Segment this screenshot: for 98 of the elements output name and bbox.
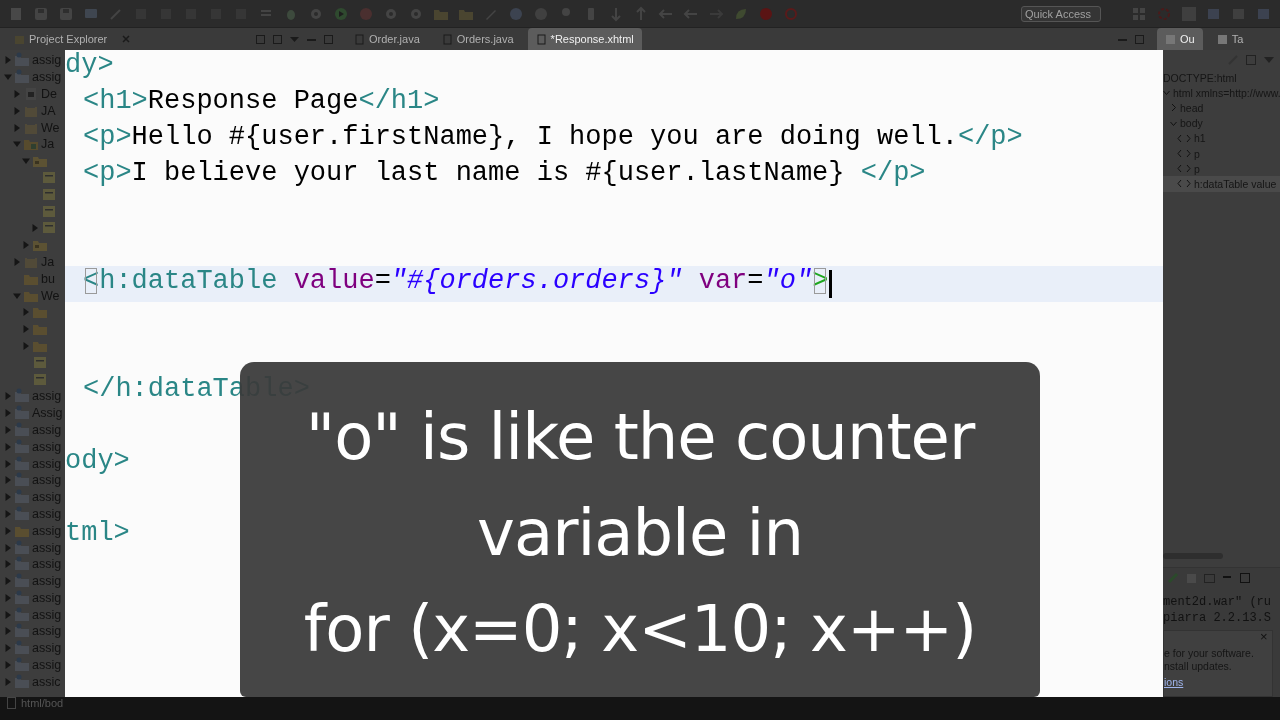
chevron-icon[interactable] [1170,103,1177,113]
record-icon[interactable] [758,5,774,22]
triangle-icon[interactable] [13,123,21,132]
maximize-icon[interactable] [323,33,334,45]
code-line: dy> [65,50,114,82]
file-icon [441,33,453,45]
triangle-icon[interactable] [4,442,12,451]
project-folder-icon [14,52,30,69]
triangle-icon[interactable] [4,610,12,619]
tab[interactable]: Orders.java [433,28,522,50]
text-cursor [829,270,833,298]
triangle-icon[interactable] [4,644,12,653]
doc-icon[interactable] [8,5,24,22]
triangle-icon[interactable] [13,140,21,149]
triangle-icon[interactable] [13,90,21,98]
triangle-icon[interactable] [22,308,30,317]
project-folder-icon [14,640,30,657]
project-folder-icon [14,606,30,623]
tag-brackets-icon [1177,179,1191,189]
project-folder-icon [14,69,30,86]
play-icon[interactable] [333,5,349,22]
file-icon [41,203,57,220]
save-icon[interactable] [58,5,74,22]
triangle-icon[interactable] [22,157,30,166]
descriptor-icon [23,86,39,102]
code-line: <h1>Response Page</h1> [82,86,440,118]
code-line: ody> [65,446,130,478]
chevron-icon[interactable] [1163,88,1170,98]
triangle-icon[interactable] [4,661,12,670]
triangle-icon[interactable] [4,425,12,434]
tag-brackets-icon [1177,133,1191,143]
project-folder-icon [14,438,30,455]
project-folder-icon [14,573,30,590]
project-folder-icon [14,539,30,556]
close-icon[interactable] [121,34,132,44]
file-icon [32,371,48,388]
triangle-icon[interactable] [31,224,39,233]
spinner-icon[interactable] [1156,5,1172,22]
code-line: <p>I believe your last name is #{user.lastName} </p> [82,158,926,190]
triangle-icon[interactable] [13,257,21,266]
tag-brackets-icon [1177,164,1191,174]
tab[interactable]: Ta [1208,28,1252,50]
project-folder-icon [14,505,30,522]
triangle-icon[interactable] [4,543,12,552]
project-folder-icon [14,472,30,489]
project-folder-icon [14,455,30,472]
tab[interactable]: *Response.xhtml [527,28,642,50]
triangle-icon[interactable] [4,476,12,485]
tag-brackets-icon [1177,149,1191,159]
triangle-icon[interactable] [22,241,30,250]
triangle-icon[interactable] [4,577,12,586]
project-folder-icon [14,556,30,573]
maximize-icon[interactable] [1239,572,1251,584]
triangle-icon[interactable] [4,593,12,602]
notification-link[interactable]: ions [1164,676,1184,688]
file-icon [41,186,57,203]
tab[interactable]: Project Explorer [6,28,116,50]
triangle-icon[interactable] [4,392,12,401]
tab[interactable]: Order.java [346,28,428,50]
status-path: html/bod [21,697,64,709]
triangle-icon[interactable] [4,56,12,65]
triangle-icon[interactable] [4,677,12,686]
file-icon [354,33,365,45]
code-line: <p>Hello #{user.firstName}, I hope you are doing well.</p> [82,122,1023,154]
window-icon[interactable] [1203,572,1215,584]
triangle-icon[interactable] [4,73,12,82]
triangle-icon[interactable] [13,106,21,115]
triangle-icon[interactable] [4,509,12,518]
scrollbar-thumb[interactable] [1163,553,1223,559]
project-folder-icon [14,421,30,438]
triangle-icon[interactable] [4,560,12,569]
project-folder-icon [14,589,30,606]
triangle-icon[interactable] [13,291,21,300]
triangle-icon[interactable] [22,325,30,334]
file-icon [32,354,48,371]
refresh-icon[interactable] [783,5,799,22]
tab[interactable]: Ou [1157,28,1203,50]
triangle-icon[interactable] [4,627,12,636]
caption-text: "o" is like the counter variable in for (x=0; x<10; x++) [303,399,977,668]
maximize-icon[interactable] [1134,33,1145,45]
triangle-icon[interactable] [4,459,12,468]
triangle-icon[interactable] [22,341,30,350]
triangle-icon[interactable] [4,493,12,502]
file-icon [41,169,57,186]
file-icon [535,33,547,45]
project-folder-icon [14,405,30,422]
close-button[interactable]: × [1260,629,1268,644]
triangle-icon[interactable] [4,526,12,535]
code-line: tml> [65,518,130,550]
project-folder-icon [14,657,30,674]
project-folder-icon [14,673,30,690]
project-folder-icon [14,623,30,640]
project-folder-icon [14,489,30,506]
quick-access-field[interactable]: Quick Access [1021,5,1101,22]
save-icon[interactable] [33,5,49,22]
arrow-icon[interactable] [608,5,624,22]
project-folder-icon [14,388,30,405]
triangle-icon[interactable] [4,409,12,418]
